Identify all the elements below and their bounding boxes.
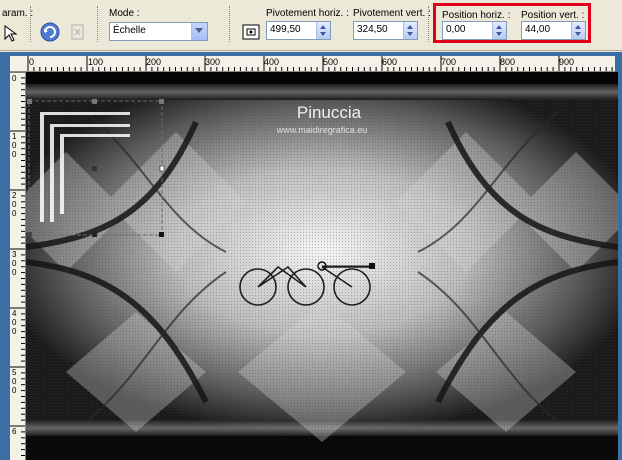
pivot-h-spinbox[interactable]: 499,50	[266, 21, 331, 40]
ruler-label: 5 0 0	[12, 368, 17, 395]
pivot-h-value: 499,50	[270, 24, 301, 35]
apply-icon	[71, 24, 84, 40]
ruler-label: 400	[264, 57, 280, 67]
ruler-label: 300	[205, 57, 221, 67]
ruler-label: 100	[88, 57, 104, 67]
ruler-label: 2 0 0	[12, 191, 17, 218]
mode-value: Échelle	[113, 25, 146, 36]
ruler-label: 0	[12, 74, 17, 83]
resize-handle[interactable]	[27, 99, 32, 104]
tool-options-bar: aram. : Mode : Échelle Pivotement horiz.…	[0, 0, 622, 51]
ruler-label: 4 0 0	[12, 309, 17, 336]
ruler-label: 0	[29, 57, 35, 67]
pointer-icon	[4, 25, 18, 42]
ruler-label: 3 0 0	[12, 250, 17, 277]
toolbar-grip[interactable]	[30, 6, 34, 42]
mode-select[interactable]: Échelle	[109, 22, 208, 41]
apply-button[interactable]	[66, 20, 90, 44]
image-canvas[interactable]: Pinuccia www.maidiregrafica.eu	[26, 72, 618, 460]
spin-arrows-icon[interactable]	[316, 22, 330, 39]
resize-handle[interactable]	[92, 99, 97, 104]
vertical-ruler[interactable]: 0 1 0 0 2 0 0 3 0 0 4 0 0 5 0 0 6	[10, 72, 26, 460]
resize-handle[interactable]	[92, 232, 97, 237]
pivot-icon	[242, 24, 260, 40]
resize-handle[interactable]	[159, 165, 165, 172]
ruler-label: 800	[500, 57, 516, 67]
pivot-v-value: 324,50	[357, 24, 388, 35]
position-highlight-box	[433, 3, 591, 43]
pivot-v-label: Pivotement vert. :	[353, 8, 431, 19]
reset-icon	[40, 22, 60, 42]
toolbar-grip[interactable]	[97, 6, 101, 42]
pivot-tool-button[interactable]	[239, 20, 263, 44]
chevron-down-icon[interactable]	[191, 23, 207, 40]
ruler-label: 700	[441, 57, 457, 67]
ruler-label: 500	[323, 57, 339, 67]
ruler-label: 200	[146, 57, 162, 67]
toolbar-grip[interactable]	[428, 6, 432, 42]
param-label: aram. :	[2, 8, 34, 19]
resize-handle[interactable]	[159, 232, 164, 237]
pivot-handle[interactable]	[92, 166, 97, 171]
watermark-title: Pinuccia	[297, 103, 362, 122]
pivot-v-spinbox[interactable]: 324,50	[353, 21, 418, 40]
resize-handle[interactable]	[27, 232, 32, 237]
toolbar-grip[interactable]	[229, 6, 233, 42]
watermark-url: www.maidiregrafica.eu	[276, 125, 368, 135]
spin-arrows-icon[interactable]	[403, 22, 417, 39]
artwork: Pinuccia www.maidiregrafica.eu	[26, 72, 618, 460]
ruler-label: 1 0 0	[12, 132, 17, 159]
mode-label: Mode :	[109, 8, 140, 19]
ruler-label: 900	[559, 57, 575, 67]
resize-handle[interactable]	[159, 99, 164, 104]
horizontal-ruler[interactable]: 0 100 200 300 400 500 600 700 800 900	[10, 56, 615, 72]
pivot-h-label: Pivotement horiz. :	[266, 8, 349, 19]
ruler-label: 6	[12, 427, 17, 436]
ruler-label: 600	[382, 57, 398, 67]
reset-button[interactable]	[38, 20, 62, 44]
pointer-tool-button[interactable]	[0, 22, 22, 44]
